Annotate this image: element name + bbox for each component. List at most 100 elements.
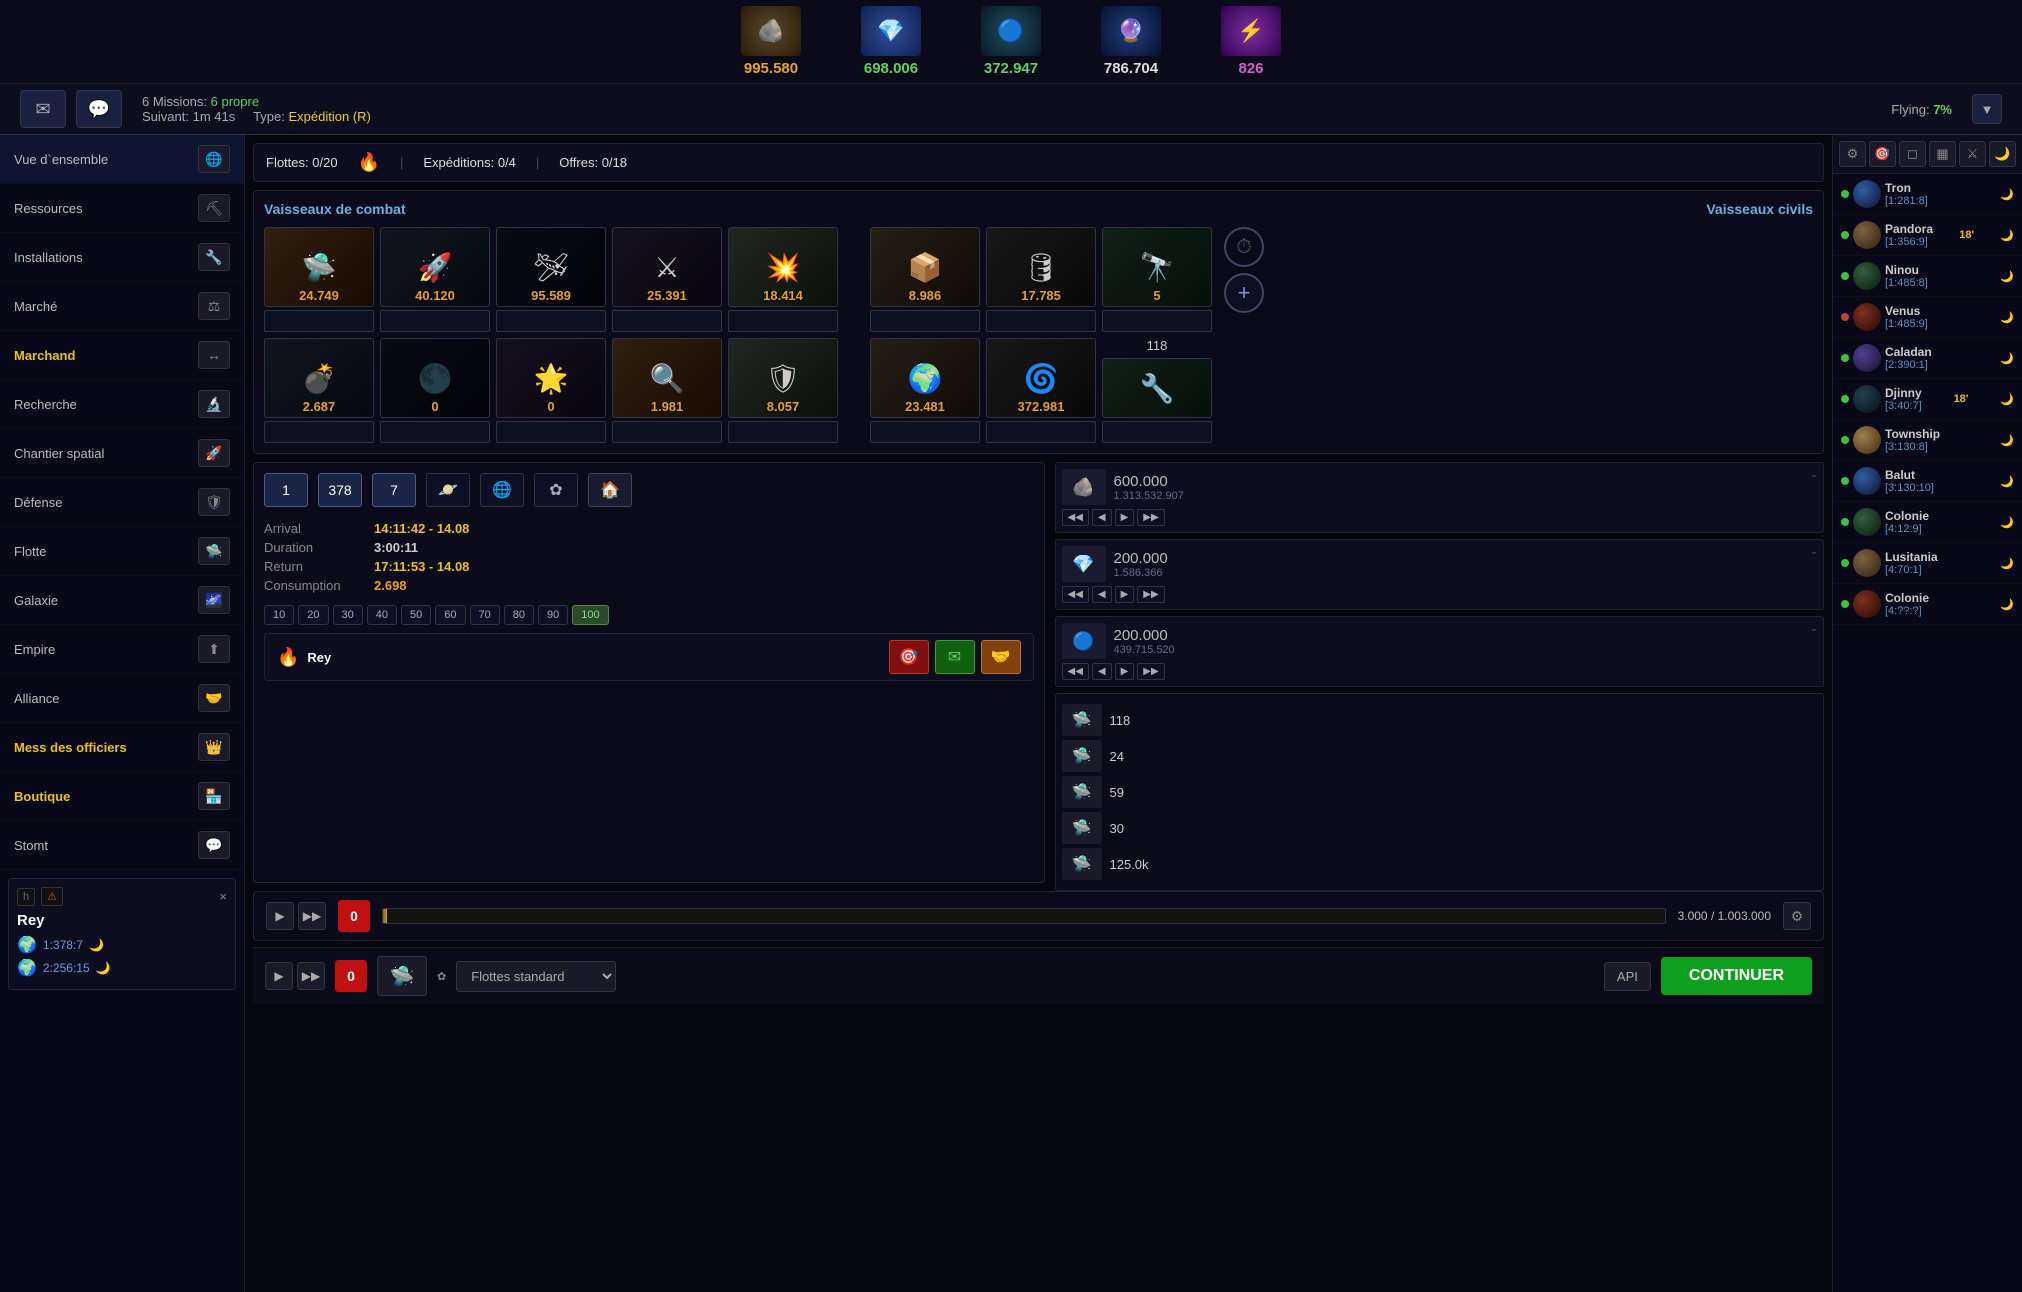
- cargo-crystal-next[interactable]: ▶: [1115, 586, 1135, 603]
- right-gear-btn[interactable]: ⚙: [1839, 141, 1866, 167]
- add-ship-button[interactable]: +: [1224, 273, 1264, 313]
- ship-bs-input[interactable]: [612, 310, 722, 332]
- right-target-btn[interactable]: 🎯: [1869, 141, 1896, 167]
- sidebar-item-overview[interactable]: Vue d`ensemble 🌐: [0, 135, 244, 184]
- target-gear-btn[interactable]: ⚙: [1783, 902, 1811, 930]
- planet-pandora[interactable]: Pandora [1:356:9] 18' 🌙: [1833, 215, 2022, 256]
- ship-sc-thumb[interactable]: 📦 8.986: [870, 227, 980, 307]
- mission-dropdown[interactable]: ▼: [1972, 94, 2002, 124]
- cargo-metal-prev[interactable]: ◀: [1092, 509, 1112, 526]
- sidebar-item-recherche[interactable]: Recherche 🔬: [0, 380, 244, 429]
- sidebar-item-marche[interactable]: Marché ⚖: [0, 282, 244, 331]
- player-card-close[interactable]: ×: [219, 889, 227, 904]
- target-zero-btn[interactable]: 0: [338, 900, 370, 932]
- cargo-crystal-minus[interactable]: -: [1812, 544, 1817, 562]
- speed-40[interactable]: 40: [367, 605, 397, 625]
- chat-button[interactable]: 💬: [76, 90, 122, 128]
- cargo-deut-back[interactable]: ◀◀: [1062, 663, 1089, 680]
- cargo-metal-minus[interactable]: -: [1812, 467, 1817, 485]
- speed-100[interactable]: 100: [572, 605, 608, 625]
- ship-bomb-thumb[interactable]: 💣 2.687: [264, 338, 374, 418]
- cargo-crystal-prev[interactable]: ◀: [1092, 586, 1112, 603]
- ship-destr-thumb[interactable]: 🌑 0: [380, 338, 490, 418]
- planet-djinny[interactable]: Djinny [3:40:7] 18' 🌙: [1833, 379, 2022, 420]
- home-icon-btn[interactable]: 🏠: [588, 473, 632, 507]
- planet-colonie2[interactable]: Colonie [4:??:?] 🌙: [1833, 584, 2022, 625]
- sidebar-item-flotte[interactable]: Flotte 🛸: [0, 527, 244, 576]
- right-square-btn[interactable]: ◻: [1899, 141, 1926, 167]
- sidebar-item-empire[interactable]: Empire ⬆: [0, 625, 244, 674]
- flight-num-2[interactable]: 378: [318, 473, 362, 507]
- speed-50[interactable]: 50: [401, 605, 431, 625]
- ship-col-thumb[interactable]: 🌍 23.481: [870, 338, 980, 418]
- sidebar-item-galaxie[interactable]: Galaxie 🌌: [0, 576, 244, 625]
- api-button[interactable]: API: [1604, 962, 1651, 991]
- right-grid-btn[interactable]: ▦: [1929, 141, 1956, 167]
- ship-bs-thumb[interactable]: ⚔ 25.391: [612, 227, 722, 307]
- planet-venus[interactable]: Venus [1:485:9] 🌙: [1833, 297, 2022, 338]
- cargo-deut-prev[interactable]: ◀: [1092, 663, 1112, 680]
- speed-20[interactable]: 20: [298, 605, 328, 625]
- ship-esp-input[interactable]: [612, 421, 722, 443]
- speed-90[interactable]: 90: [538, 605, 568, 625]
- trade-button[interactable]: 🤝: [981, 640, 1021, 674]
- ship-special-input[interactable]: [1102, 421, 1212, 443]
- sidebar-item-installations[interactable]: Installations 🔧: [0, 233, 244, 282]
- flower-icon-btn[interactable]: ✿: [534, 473, 578, 507]
- speed-60[interactable]: 60: [435, 605, 465, 625]
- ship-lc-thumb[interactable]: 🛸 24.749: [264, 227, 374, 307]
- sidebar-item-chantier[interactable]: Chantier spatial 🚀: [0, 429, 244, 478]
- ship-myst-input[interactable]: [986, 421, 1096, 443]
- cargo-deut-minus[interactable]: -: [1812, 621, 1817, 639]
- speed-10[interactable]: 10: [264, 605, 294, 625]
- cargo-metal-back[interactable]: ◀◀: [1062, 509, 1089, 526]
- ship-dest-input[interactable]: [728, 310, 838, 332]
- right-sword-btn[interactable]: ⚔: [1959, 141, 1986, 167]
- cargo-deut-fwd[interactable]: ▶▶: [1137, 663, 1164, 680]
- continue-button[interactable]: CONTINUER: [1661, 957, 1812, 995]
- target-back-btn[interactable]: ▶: [266, 902, 294, 930]
- cargo-deut-next[interactable]: ▶: [1115, 663, 1135, 680]
- planet-colonie[interactable]: Colonie [4:12:9] 🌙: [1833, 502, 2022, 543]
- sidebar-item-boutique[interactable]: Boutique 🏪: [0, 772, 244, 821]
- ship-hc-thumb[interactable]: 🚀 40.120: [380, 227, 490, 307]
- ship-dest-thumb[interactable]: 💥 18.414: [728, 227, 838, 307]
- sidebar-item-resources[interactable]: Ressources ⛏: [0, 184, 244, 233]
- fleet-standard-select[interactable]: Flottes standard -: [456, 961, 616, 992]
- ship-ds-input[interactable]: [496, 421, 606, 443]
- speed-80[interactable]: 80: [504, 605, 534, 625]
- ship-gc-input[interactable]: [986, 310, 1096, 332]
- ship-bom-thumb[interactable]: 🛡 8.057: [728, 338, 838, 418]
- cargo-metal-next[interactable]: ▶: [1115, 509, 1135, 526]
- cargo-crystal-back[interactable]: ◀◀: [1062, 586, 1089, 603]
- cargo-crystal-fwd[interactable]: ▶▶: [1137, 586, 1164, 603]
- planet-ninou[interactable]: Ninou [1:485:8] 🌙: [1833, 256, 2022, 297]
- speed-70[interactable]: 70: [470, 605, 500, 625]
- flight-num-3[interactable]: 7: [372, 473, 416, 507]
- bottom-zero-btn[interactable]: 0: [335, 960, 367, 992]
- planet-caladan[interactable]: Caladan [2:390:1] 🌙: [1833, 338, 2022, 379]
- planet-balut[interactable]: Balut [3:130:10] 🌙: [1833, 461, 2022, 502]
- ship-esp-thumb[interactable]: 🔍 1.981: [612, 338, 722, 418]
- cargo-metal-fwd[interactable]: ▶▶: [1137, 509, 1164, 526]
- right-moon-btn[interactable]: 🌙: [1989, 141, 2016, 167]
- ship-hc-input[interactable]: [380, 310, 490, 332]
- flight-num-1[interactable]: 1: [264, 473, 308, 507]
- ship-cr-input[interactable]: [496, 310, 606, 332]
- sidebar-item-marchand[interactable]: Marchand ↔: [0, 331, 244, 380]
- bottom-back-btn[interactable]: ▶: [265, 962, 293, 990]
- ship-cr-thumb[interactable]: 🛩 95.589: [496, 227, 606, 307]
- target-fwd-btn[interactable]: ▶▶: [298, 902, 326, 930]
- attack-button[interactable]: 🎯: [889, 640, 929, 674]
- ship-rec-thumb[interactable]: 🔭 5: [1102, 227, 1212, 307]
- ship-gc-thumb[interactable]: 🛢 17.785: [986, 227, 1096, 307]
- message-button[interactable]: ✉: [935, 640, 975, 674]
- speed-30[interactable]: 30: [333, 605, 363, 625]
- sidebar-item-stomt[interactable]: Stomt 💬: [0, 821, 244, 870]
- bottom-fwd-btn[interactable]: ▶▶: [297, 962, 325, 990]
- sidebar-item-mess[interactable]: Mess des officiers 👑: [0, 723, 244, 772]
- sidebar-item-alliance[interactable]: Alliance 🤝: [0, 674, 244, 723]
- ship-lc-input[interactable]: [264, 310, 374, 332]
- ship-rec-input[interactable]: [1102, 310, 1212, 332]
- ship-destr-input[interactable]: [380, 421, 490, 443]
